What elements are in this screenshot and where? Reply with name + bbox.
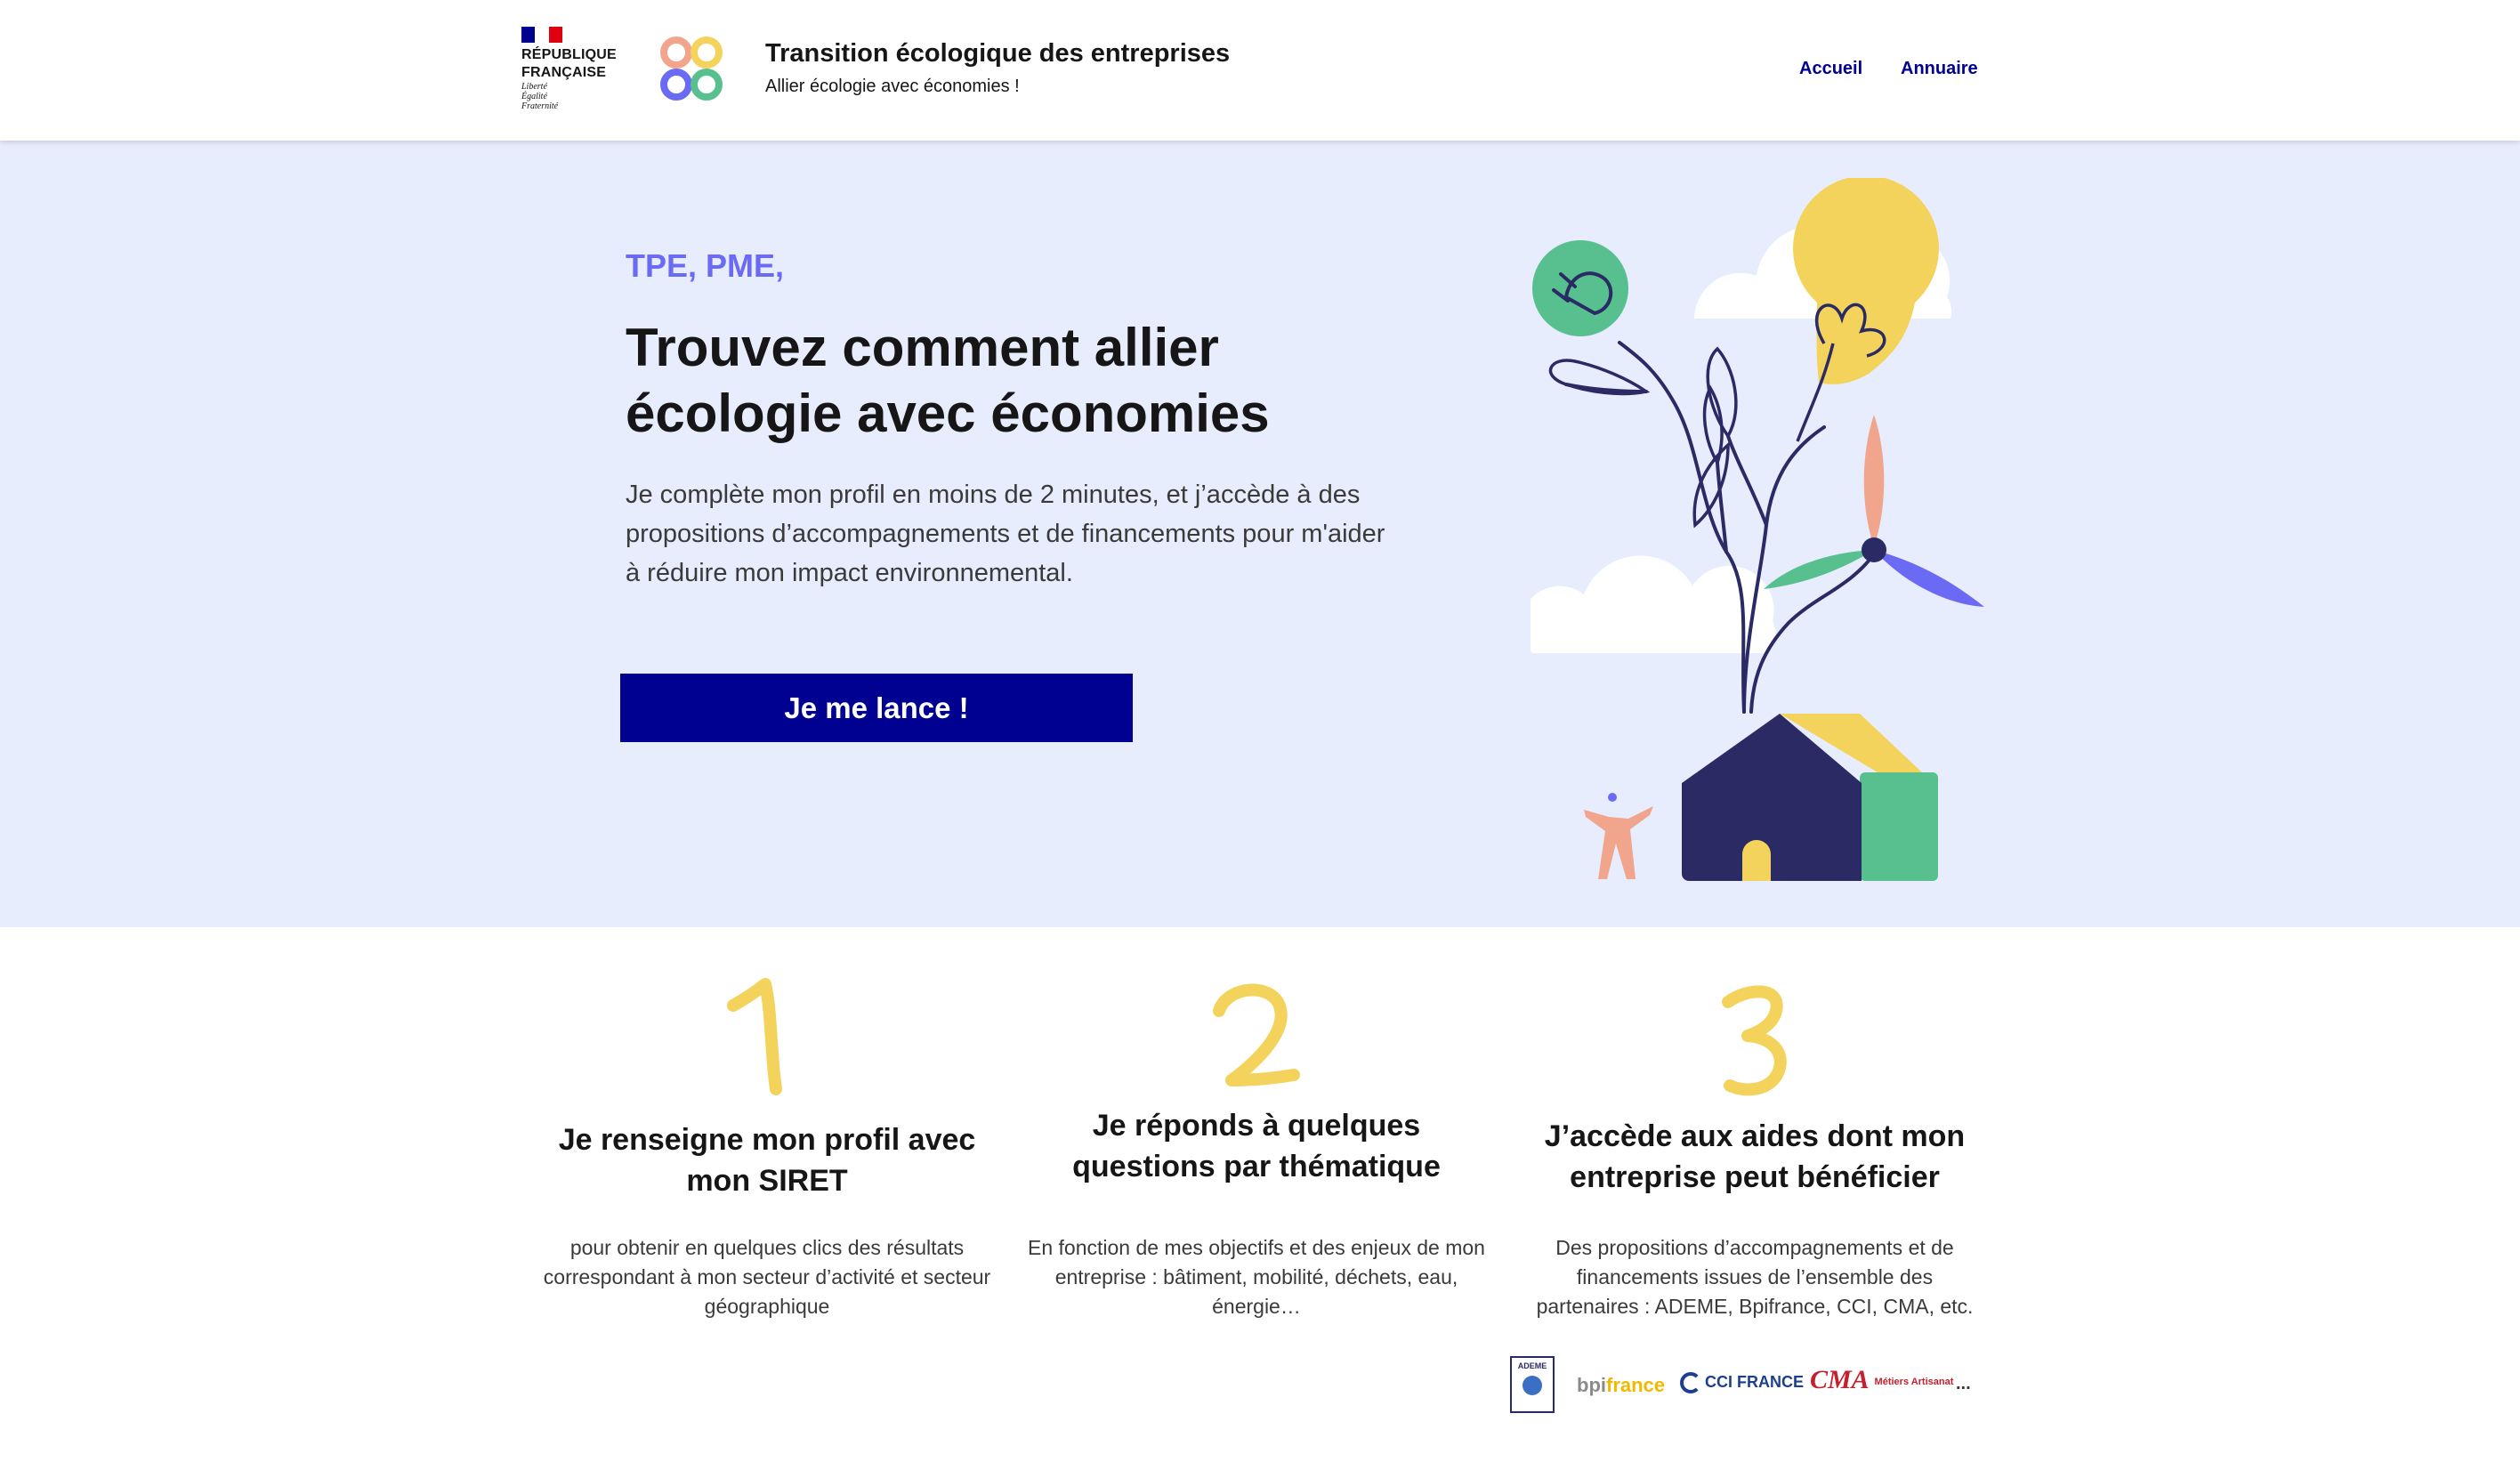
- cma-tagline: Métiers Artisanat: [1874, 1377, 1954, 1388]
- cci-icon: [1680, 1372, 1701, 1393]
- hero-description: Je complète mon profil en moins de 2 min…: [626, 481, 1385, 587]
- cloud-bottom-icon: [1531, 555, 1776, 653]
- step-3-title: J’accède aux aides dont mon entreprise p…: [1544, 1119, 1966, 1194]
- app-logo-icon[interactable]: [657, 34, 726, 103]
- cci-label: CCI FRANCE: [1705, 1372, 1804, 1391]
- hero-illustration: [1531, 178, 1984, 881]
- ademe-logo: ADEME: [1510, 1356, 1555, 1413]
- step-2-text: En fonction de mes objectifs et des enje…: [1028, 1236, 1485, 1318]
- plant-stems-icon: [1564, 341, 1878, 714]
- motto-egalite: Égalité: [521, 92, 547, 101]
- motto-liberte: Liberté: [521, 82, 547, 92]
- bpi-label: bpi: [1577, 1374, 1606, 1396]
- gov-name: RÉPUBLIQUE FRANÇAISE: [521, 46, 617, 82]
- gov-name-line1: RÉPUBLIQUE: [521, 47, 617, 62]
- marianne-flag-icon: [521, 27, 562, 43]
- step-3-number-icon: [1523, 975, 1986, 1100]
- partner-logos: ADEME bpifrance CCI FRANCE CMA Métiers A…: [1507, 1356, 1988, 1418]
- france-label: france: [1606, 1374, 1666, 1396]
- step-2-title: Je réponds à quelques questions par thém…: [1072, 1109, 1441, 1183]
- motto-fraternite: Fraternité: [521, 101, 559, 111]
- start-button[interactable]: Je me lance !: [620, 674, 1133, 742]
- hero-title: Trouvez comment allier écologie avec éco…: [626, 318, 1270, 443]
- app-title: Transition écologique des entreprises: [765, 39, 1231, 68]
- gov-motto: Liberté Égalité Fraternité: [521, 82, 558, 111]
- person-icon: [1584, 793, 1653, 879]
- ademe-globe-icon: [1522, 1376, 1542, 1395]
- house-icon: [1682, 714, 1938, 881]
- nav-link-directory[interactable]: Annuaire: [1901, 59, 1978, 79]
- more-partners: ...: [1956, 1374, 1971, 1393]
- step-1-text: pour obtenir en quelques clics des résul…: [543, 1236, 991, 1318]
- site-header: RÉPUBLIQUE FRANÇAISE Liberté Égalité Fra…: [0, 0, 2520, 141]
- hero-kicker: TPE, PME,: [626, 247, 785, 284]
- step-1-title: Je renseigne mon profil avec mon SIRET: [558, 1123, 976, 1198]
- nav-link-home[interactable]: Accueil: [1799, 59, 1862, 79]
- ademe-label: ADEME: [1517, 1361, 1547, 1370]
- hero-section: TPE, PME, Trouvez comment allier écologi…: [0, 141, 2520, 927]
- leaf-outline-icons: [1548, 346, 1738, 529]
- app-subtitle: Allier écologie avec économies !: [765, 77, 1020, 96]
- plug-icon: [1532, 240, 1628, 336]
- gov-name-line2: FRANÇAISE: [521, 65, 607, 80]
- cma-logo: CMA Métiers Artisanat: [1810, 1365, 1954, 1395]
- step-2-number-icon: [1025, 975, 1488, 1100]
- republique-francaise-logo[interactable]: RÉPUBLIQUE FRANÇAISE Liberté Égalité Fra…: [521, 27, 625, 116]
- bpifrance-logo: bpifrance: [1577, 1374, 1665, 1397]
- cci-france-logo: CCI FRANCE: [1680, 1372, 1804, 1393]
- step-1-number-icon: [536, 975, 998, 1100]
- cma-label: CMA: [1810, 1365, 1869, 1394]
- windmill-icon: [1764, 415, 1984, 607]
- step-3-text: Des propositions d’accompagnements et de…: [1536, 1236, 1974, 1318]
